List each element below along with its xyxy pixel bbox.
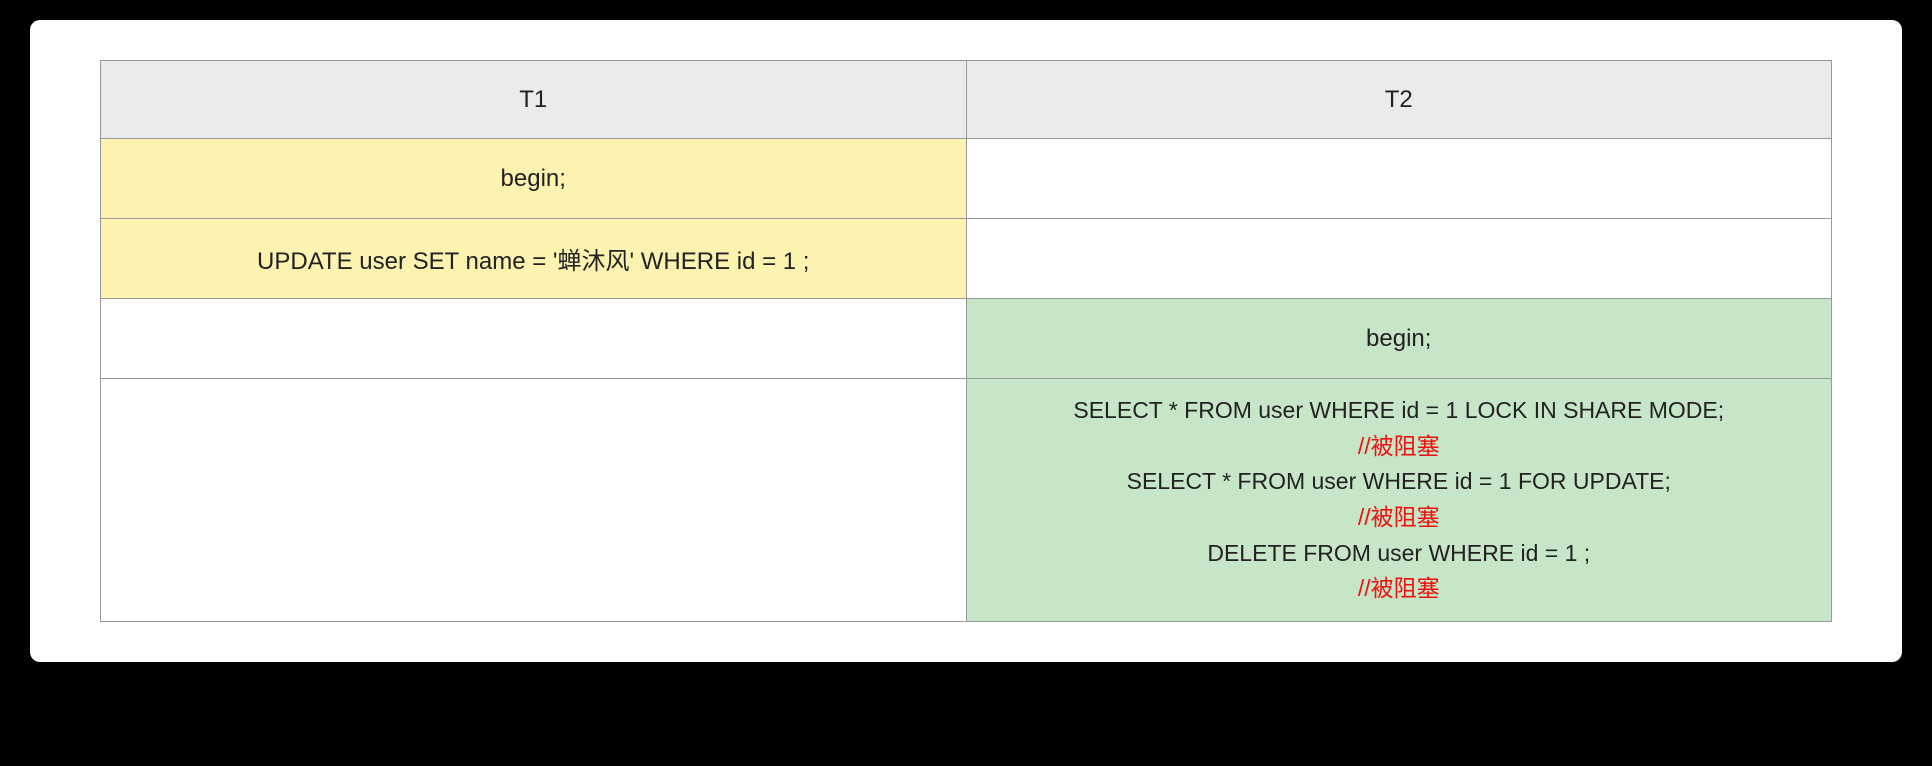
r3-t1: [101, 299, 967, 379]
sql-statement: DELETE FROM user WHERE id = 1 ;: [971, 536, 1828, 572]
blocked-comment: //被阻塞: [971, 500, 1828, 536]
r1-t2: [966, 139, 1832, 219]
sql-statement: SELECT * FROM user WHERE id = 1 LOCK IN …: [971, 393, 1828, 429]
r2-t1: UPDATE user SET name = '蝉沐风' WHERE id = …: [101, 219, 967, 299]
blocked-comment: //被阻塞: [971, 571, 1828, 607]
r3-t2: begin;: [966, 299, 1832, 379]
blocked-comment: //被阻塞: [971, 429, 1828, 465]
header-t1: T1: [101, 61, 967, 139]
card: T1 T2 begin; UPDATE user SET name = '蝉沐风…: [30, 20, 1902, 662]
transaction-table: T1 T2 begin; UPDATE user SET name = '蝉沐风…: [100, 60, 1832, 622]
r4-t2: SELECT * FROM user WHERE id = 1 LOCK IN …: [966, 379, 1832, 622]
sql-statement: SELECT * FROM user WHERE id = 1 FOR UPDA…: [971, 464, 1828, 500]
header-t2: T2: [966, 61, 1832, 139]
r1-t1: begin;: [101, 139, 967, 219]
r2-t2: [966, 219, 1832, 299]
r4-t1: [101, 379, 967, 622]
